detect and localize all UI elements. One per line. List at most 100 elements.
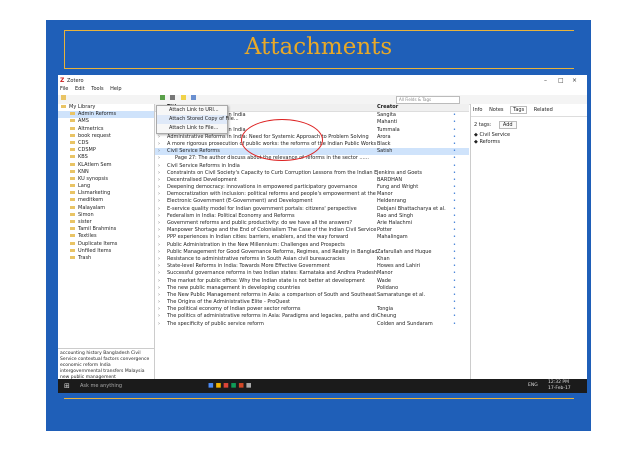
app-icon[interactable]: ■: [208, 382, 216, 389]
item-row[interactable]: › Manpower Shortage and the End of Coloni…: [155, 227, 469, 234]
expand-arrow-icon[interactable]: ›: [158, 184, 160, 191]
collection-item[interactable]: CDSMP: [58, 147, 154, 154]
collection-item[interactable]: Malayalam: [58, 205, 154, 212]
collection-item[interactable]: Llsmarketing: [58, 190, 154, 197]
item-row[interactable]: › Democratization with inclusion: politic…: [155, 191, 469, 198]
add-tag-button[interactable]: Add: [498, 121, 517, 129]
item-row[interactable]: › Public Administration in the New Millen…: [155, 242, 469, 249]
collection-item[interactable]: book request: [58, 133, 154, 140]
expand-arrow-icon[interactable]: ›: [158, 177, 160, 184]
attach-stored-copy[interactable]: Attach Stored Copy of File...: [157, 115, 239, 124]
expand-arrow-icon[interactable]: ›: [158, 278, 160, 285]
expand-arrow-icon[interactable]: ›: [158, 285, 160, 292]
expand-arrow-icon[interactable]: ›: [158, 256, 160, 263]
tag-item[interactable]: ◆ Civil Service: [474, 132, 585, 139]
collection-item[interactable]: Simon: [58, 212, 154, 219]
collection-item[interactable]: KLAtlem Sem: [58, 162, 154, 169]
collection-item[interactable]: Altmetrics: [58, 126, 154, 133]
item-row[interactable]: › State-level Reforms in India: Towards M…: [155, 263, 469, 270]
menu-tools[interactable]: Tools: [91, 86, 103, 92]
tab-notes[interactable]: Notes: [489, 107, 503, 113]
expand-arrow-icon[interactable]: ›: [158, 155, 160, 162]
search-input[interactable]: All Fields & Tags: [396, 96, 460, 104]
item-row[interactable]: › E-service quality model for Indian gove…: [155, 206, 469, 213]
item-row[interactable]: › Successful governance reforms in two In…: [155, 270, 469, 277]
expand-arrow-icon[interactable]: ›: [158, 321, 160, 328]
collection-item[interactable]: Textiles: [58, 233, 154, 240]
attach-link-to-uri[interactable]: Attach Link to URI...: [157, 106, 227, 115]
expand-arrow-icon[interactable]: ›: [158, 141, 160, 148]
expand-arrow-icon[interactable]: ›: [158, 270, 160, 277]
expand-arrow-icon[interactable]: ›: [158, 299, 160, 306]
attach-link-to-file[interactable]: Attach Link to File...: [157, 124, 227, 133]
collection-item[interactable]: Trash: [58, 255, 154, 262]
expand-arrow-icon[interactable]: ›: [158, 134, 160, 141]
expand-arrow-icon[interactable]: ›: [158, 148, 160, 155]
expand-arrow-icon[interactable]: ›: [158, 234, 160, 241]
collection-item[interactable]: Duplicate Items: [58, 241, 154, 248]
collection-item[interactable]: KNN: [58, 169, 154, 176]
item-row[interactable]: › The New Public Management reforms in As…: [155, 292, 469, 299]
new-item-icon[interactable]: [159, 95, 165, 100]
attach-paperclip-icon[interactable]: [191, 95, 197, 100]
collection-item[interactable]: Tamil Brahmins: [58, 226, 154, 233]
item-row[interactable]: › Government reforms and public productiv…: [155, 220, 469, 227]
expand-arrow-icon[interactable]: ›: [158, 313, 160, 320]
item-row[interactable]: › Constraints on Civil Society's Capacity…: [155, 170, 469, 177]
item-row[interactable]: › The political economy of Indian power s…: [155, 306, 469, 313]
collection-item[interactable]: Admin Reforms: [58, 111, 154, 119]
collection-item[interactable]: sister: [58, 219, 154, 226]
column-creator[interactable]: Creator: [377, 104, 447, 111]
tag-item[interactable]: ◆ Reforms: [474, 139, 585, 146]
expand-arrow-icon[interactable]: ›: [158, 170, 160, 177]
item-row[interactable]: › PPP experiences in Indian cities: barri…: [155, 234, 469, 241]
item-row[interactable]: › Public Management for Good Governance R…: [155, 249, 469, 256]
collection-item[interactable]: CDS: [58, 140, 154, 147]
minimize-button[interactable]: –: [544, 77, 547, 84]
menu-file[interactable]: File: [60, 86, 68, 92]
collection-item[interactable]: My Library: [58, 104, 154, 111]
language-indicator[interactable]: ENG: [528, 383, 538, 388]
tab-related[interactable]: Related: [534, 107, 553, 113]
item-row[interactable]: › The politics of administrative reforms …: [155, 313, 469, 320]
expand-arrow-icon[interactable]: ›: [158, 292, 160, 299]
expand-arrow-icon[interactable]: ›: [158, 163, 160, 170]
expand-arrow-icon[interactable]: ›: [158, 198, 160, 205]
item-row[interactable]: › Electronic Government (E-Government) an…: [155, 198, 469, 205]
expand-arrow-icon[interactable]: ›: [158, 191, 160, 198]
new-note-icon[interactable]: [180, 95, 186, 100]
item-row[interactable]: › Resistance to administrative reforms in…: [155, 256, 469, 263]
expand-arrow-icon[interactable]: ›: [158, 242, 160, 249]
collection-item[interactable]: meditkem: [58, 197, 154, 204]
collection-item[interactable]: Unfiled Items: [58, 248, 154, 255]
item-row[interactable]: › The new public management in developing…: [155, 285, 469, 292]
collection-item[interactable]: AMS: [58, 118, 154, 125]
menu-help[interactable]: Help: [110, 86, 121, 92]
app-icon[interactable]: ■: [246, 382, 252, 389]
close-button[interactable]: ×: [572, 77, 577, 84]
tag-cloud[interactable]: accounting history Bangladesh Civil Serv…: [58, 349, 154, 383]
expand-arrow-icon[interactable]: ›: [158, 249, 160, 256]
collection-item[interactable]: Lang: [58, 183, 154, 190]
clock-date[interactable]: 17-Feb-17: [548, 386, 571, 391]
expand-arrow-icon[interactable]: ›: [158, 213, 160, 220]
add-by-identifier-icon[interactable]: [170, 95, 176, 100]
windows-start-icon[interactable]: ⊞: [64, 382, 70, 390]
expand-arrow-icon[interactable]: ›: [158, 227, 160, 234]
item-row[interactable]: › Decentralised Development BARDHAN •: [155, 177, 469, 184]
item-row[interactable]: › Civil Service Reforms in India •: [155, 163, 469, 170]
cortana-search[interactable]: Ask me anything: [80, 383, 122, 389]
maximize-button[interactable]: □: [558, 77, 564, 84]
menu-edit[interactable]: Edit: [75, 86, 85, 92]
expand-arrow-icon[interactable]: ›: [158, 263, 160, 270]
item-row[interactable]: › The specificity of public service refor…: [155, 321, 469, 328]
item-row[interactable]: › The Origins of the Administrative Elite…: [155, 299, 469, 306]
app-icon[interactable]: ■: [238, 382, 246, 389]
new-collection-icon[interactable]: [61, 95, 66, 100]
tab-info[interactable]: Info: [473, 107, 482, 113]
tab-tags[interactable]: Tags: [510, 106, 528, 114]
app-icon[interactable]: ■: [223, 382, 231, 389]
clock-time[interactable]: 12:32 PM: [548, 380, 569, 385]
expand-arrow-icon[interactable]: ›: [158, 306, 160, 313]
item-row[interactable]: › Federalism in India: Political Economy …: [155, 213, 469, 220]
